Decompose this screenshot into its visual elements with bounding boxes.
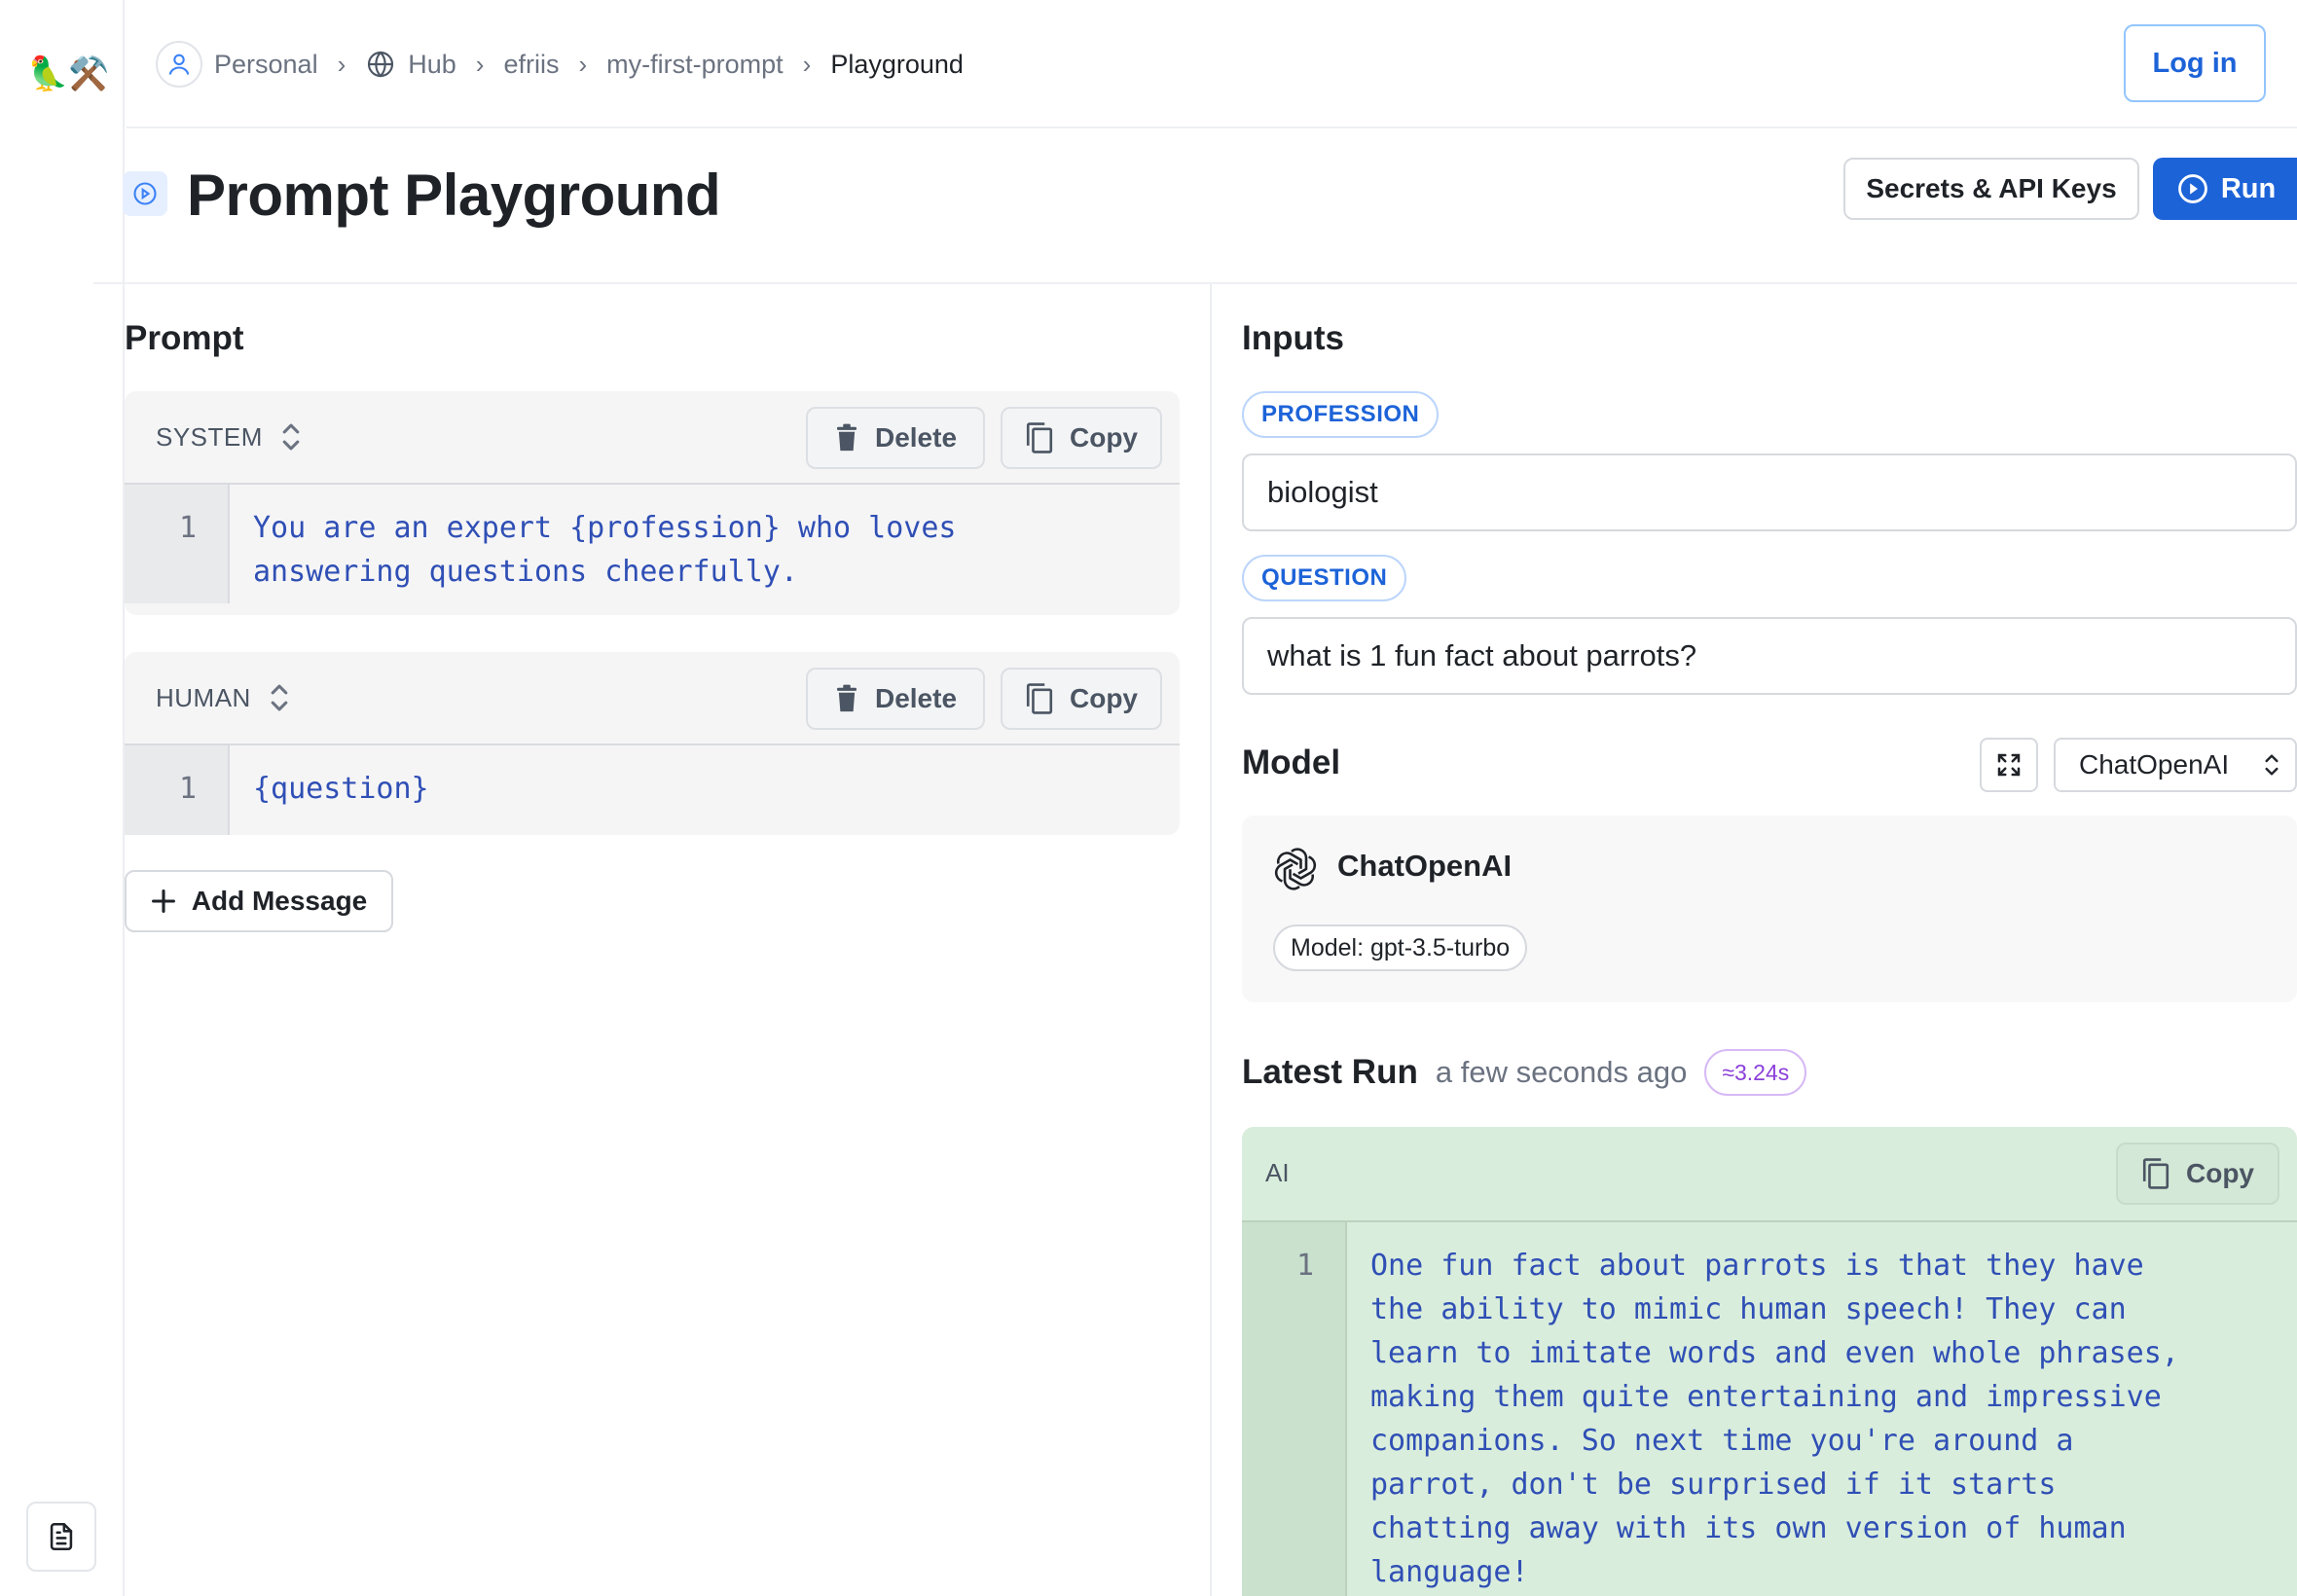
breadcrumb-item-prompt[interactable]: my-first-prompt [606, 50, 784, 80]
model-title: Model [1242, 744, 1341, 781]
trash-icon [836, 423, 857, 452]
login-button[interactable]: Log in [2124, 24, 2266, 102]
message-editor[interactable]: 1 You are an expert {profession} who lov… [125, 485, 1180, 615]
trash-icon [836, 684, 857, 712]
copy-icon [1026, 422, 1053, 453]
latest-run-header: Latest Run a few seconds ago ≈3.24s [1242, 1045, 1807, 1100]
breadcrumb-label: Hub [408, 49, 456, 79]
message-text[interactable]: {question} [230, 745, 453, 835]
breadcrumb: Personal › Hub › efriis › my-first-promp… [156, 39, 964, 90]
model-badge: Model: gpt-3.5-turbo [1273, 925, 1528, 971]
latest-run-title: Latest Run [1242, 1053, 1418, 1091]
copy-output-button[interactable]: Copy [2116, 1143, 2279, 1205]
page-title: Prompt Playground [187, 163, 721, 228]
role-selector[interactable]: HUMAN [156, 681, 290, 714]
message-editor[interactable]: 1 {question} [125, 745, 1180, 835]
breadcrumb-item-owner[interactable]: efriis [503, 50, 559, 80]
openai-logo-icon [1274, 848, 1317, 890]
expand-icon [1997, 753, 2021, 777]
ai-output-header: AI Copy [1242, 1127, 2297, 1222]
question-input[interactable]: what is 1 fun fact about parrots? [1242, 617, 2297, 695]
breadcrumb-label: my-first-prompt [606, 49, 784, 79]
breadcrumb-label: Playground [830, 49, 964, 79]
inputs-title: Inputs [1242, 319, 1344, 357]
ai-output: AI Copy 1 One fun fact about parrots is … [1242, 1127, 2297, 1596]
play-circle-icon [2177, 174, 2207, 203]
copy-label: Copy [1070, 683, 1138, 713]
role-label: SYSTEM [156, 421, 263, 452]
chevron-updown-icon [2265, 754, 2279, 776]
breadcrumb-item-current: Playground [830, 50, 964, 80]
variable-label-profession: PROFESSION [1242, 391, 1440, 438]
copy-label: Copy [2186, 1158, 2254, 1188]
chevron-right-icon: › [802, 49, 812, 79]
copy-button[interactable]: Copy [1001, 668, 1162, 730]
message-system: SYSTEM Delete Copy 1 You are an expert {… [125, 391, 1180, 615]
ai-output-text-area: 1 One fun fact about parrots is that the… [1242, 1222, 2297, 1596]
line-number: 1 [125, 745, 230, 835]
docs-button[interactable] [26, 1502, 96, 1572]
model-name: ChatOpenAI [1337, 849, 1513, 883]
globe-icon [368, 51, 394, 78]
line-number: 1 [125, 485, 230, 603]
chevron-right-icon: › [578, 49, 588, 79]
chevron-updown-icon [271, 684, 288, 711]
delete-label: Delete [874, 422, 958, 453]
run-button[interactable]: Run [2153, 158, 2297, 220]
plus-icon [151, 889, 175, 913]
copy-label: Copy [1070, 422, 1138, 453]
chevron-right-icon: › [337, 49, 346, 79]
copy-icon [2142, 1158, 2169, 1189]
copy-button[interactable]: Copy [1001, 407, 1162, 469]
top-bar: Personal › Hub › efriis › my-first-promp… [127, 0, 2297, 128]
breadcrumb-label: Personal [214, 49, 318, 79]
app-logo[interactable]: 🦜⚒️ [27, 54, 110, 93]
role-label: HUMAN [156, 682, 251, 712]
line-number: 1 [1242, 1222, 1347, 1596]
add-message-button[interactable]: Add Message [125, 870, 393, 932]
delete-button[interactable]: Delete [806, 668, 985, 730]
message-human: HUMAN Delete Copy 1 {question} [125, 652, 1180, 835]
run-duration-badge: ≈3.24s [1704, 1049, 1807, 1096]
chevron-right-icon: › [475, 49, 485, 79]
document-icon [50, 1522, 73, 1551]
role-selector[interactable]: SYSTEM [156, 420, 302, 453]
chevron-updown-icon [282, 423, 300, 451]
copy-icon [1026, 683, 1053, 714]
model-select[interactable]: ChatOpenAI [2054, 738, 2297, 792]
message-header: HUMAN Delete Copy [125, 652, 1180, 745]
breadcrumb-item-personal[interactable]: Personal [156, 41, 318, 88]
delete-button[interactable]: Delete [806, 407, 985, 469]
play-circle-icon [123, 171, 167, 216]
prompt-title: Prompt [125, 319, 244, 357]
expand-model-button[interactable] [1980, 738, 2038, 792]
profession-input[interactable]: biologist [1242, 453, 2297, 531]
model-select-value: ChatOpenAI [2079, 749, 2230, 780]
role-label: AI [1265, 1158, 1290, 1187]
breadcrumb-item-hub[interactable]: Hub [365, 49, 456, 80]
run-label: Run [2220, 172, 2277, 204]
user-icon [156, 41, 202, 88]
secrets-button[interactable]: Secrets & API Keys [1843, 158, 2139, 220]
variable-label-question: QUESTION [1242, 555, 1407, 601]
run-timestamp: a few seconds ago [1435, 1055, 1688, 1089]
add-message-label: Add Message [191, 886, 368, 916]
message-text[interactable]: You are an expert {profession} who loves… [230, 485, 979, 615]
message-header: SYSTEM Delete Copy [125, 391, 1180, 485]
breadcrumb-label: efriis [503, 49, 560, 79]
column-divider [1210, 284, 1212, 1596]
page-header: Prompt Playground Secrets & API Keys Run [93, 128, 2297, 284]
delete-label: Delete [874, 683, 958, 713]
model-card: ChatOpenAI Model: gpt-3.5-turbo [1242, 816, 2297, 1002]
ai-output-text: One fun fact about parrots is that they … [1370, 1249, 2179, 1589]
